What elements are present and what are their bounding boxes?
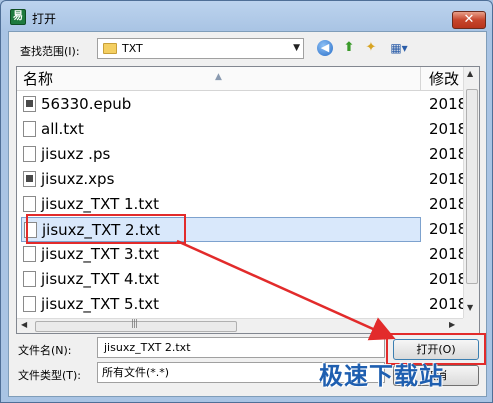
- scroll-left-icon[interactable]: ◀: [21, 320, 27, 329]
- file-name: jisuxz_TXT 4.txt: [41, 270, 159, 288]
- text-file-icon: [23, 246, 36, 262]
- column-name-header[interactable]: 名称 ▲: [17, 67, 421, 91]
- text-file-icon: [23, 296, 36, 312]
- scroll-corner: [463, 318, 479, 333]
- up-arrow-icon: ⬆: [343, 40, 355, 55]
- file-row[interactable]: jisuxz.xps: [21, 167, 421, 192]
- text-file-icon: [23, 146, 36, 162]
- sort-ascending-icon: ▲: [215, 72, 222, 82]
- file-name: all.txt: [41, 120, 84, 138]
- file-name: jisuxz_TXT 5.txt: [41, 295, 159, 313]
- file-row[interactable]: 56330.epub: [21, 92, 421, 117]
- chevron-down-icon: ▼: [293, 43, 300, 53]
- ebook-file-icon: [23, 96, 36, 112]
- back-button[interactable]: ◀: [315, 38, 335, 58]
- open-file-dialog: 易 打开 ✕ 查找范围(I): TXT ▼ ◀ ⬆ ✦ ▦▾ 名称 ▲ 修改 5…: [0, 0, 493, 403]
- text-file-icon: [23, 271, 36, 287]
- close-button[interactable]: ✕: [452, 11, 486, 29]
- look-in-dropdown[interactable]: TXT ▼: [97, 38, 304, 59]
- column-header: 名称 ▲ 修改: [17, 67, 463, 91]
- scroll-up-icon[interactable]: ▲: [467, 69, 473, 78]
- file-row[interactable]: all.txt: [21, 117, 421, 142]
- file-row[interactable]: jisuxz_TXT 4.txt: [21, 267, 421, 292]
- text-file-icon: [23, 196, 36, 212]
- folder-icon: [103, 43, 117, 54]
- text-file-icon: [23, 121, 36, 137]
- view-menu-button[interactable]: ▦▾: [384, 38, 414, 58]
- look-in-label: 查找范围(I):: [20, 45, 80, 58]
- vertical-scroll-thumb[interactable]: [466, 89, 478, 284]
- vertical-scrollbar[interactable]: ▲ ▼: [463, 67, 479, 318]
- look-in-value: TXT: [122, 42, 143, 55]
- file-name: 56330.epub: [41, 95, 132, 113]
- dialog-body: 查找范围(I): TXT ▼ ◀ ⬆ ✦ ▦▾ 名称 ▲ 修改 56330.ep…: [8, 31, 487, 397]
- grip-icon: |||: [131, 319, 138, 329]
- horizontal-scrollbar[interactable]: ◀ ||| ▶: [17, 318, 463, 333]
- file-row[interactable]: jisuxz_TXT 3.txt: [21, 242, 421, 267]
- scroll-right-icon[interactable]: ▶: [449, 320, 455, 329]
- file-name: jisuxz_TXT 1.txt: [41, 195, 159, 213]
- new-folder-button[interactable]: ✦: [361, 38, 381, 58]
- filename-label: 文件名(N):: [18, 344, 72, 357]
- new-folder-icon: ✦: [365, 40, 377, 55]
- file-row[interactable]: jisuxz .ps: [21, 142, 421, 167]
- back-arrow-icon: ◀: [317, 40, 333, 56]
- window-title: 打开: [32, 12, 57, 26]
- file-name: jisuxz_TXT 3.txt: [41, 245, 159, 263]
- xps-file-icon: [23, 171, 36, 187]
- file-name: jisuxz.xps: [41, 170, 115, 188]
- file-name: jisuxz .ps: [41, 145, 111, 163]
- column-name-label: 名称: [23, 70, 54, 88]
- file-list: 名称 ▲ 修改 56330.epub 2018 all.txt 2018 jisuxz …: [16, 66, 480, 334]
- title-bar: 易 打开 ✕: [1, 1, 492, 31]
- view-grid-icon: ▦▾: [390, 41, 408, 55]
- filename-input[interactable]: jisuxz_TXT 2.txt: [97, 337, 385, 358]
- filetype-label: 文件类型(T):: [18, 369, 82, 382]
- scroll-down-icon[interactable]: ▼: [467, 303, 473, 312]
- selected-file-highlight: [26, 214, 186, 244]
- watermark-logo: 极速下载站: [319, 362, 444, 390]
- column-modified-header[interactable]: 修改: [429, 67, 459, 91]
- horizontal-scroll-thumb[interactable]: |||: [35, 319, 237, 332]
- file-row[interactable]: jisuxz_TXT 5.txt: [21, 292, 421, 317]
- up-folder-button[interactable]: ⬆: [339, 38, 359, 58]
- app-icon: 易: [10, 9, 26, 25]
